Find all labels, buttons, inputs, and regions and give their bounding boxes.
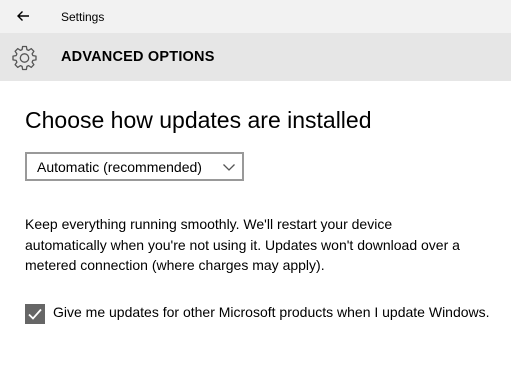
update-description: Keep everything running smoothly. We'll … <box>25 216 460 273</box>
dropdown-selected-value: Automatic (recommended) <box>37 159 202 175</box>
chevron-down-icon <box>223 164 235 171</box>
page-header: ADVANCED OPTIONS <box>0 33 511 81</box>
main-content: Choose how updates are installed Automat… <box>0 81 511 372</box>
back-button[interactable] <box>10 4 36 28</box>
install-mode-dropdown[interactable]: Automatic (recommended) <box>25 152 244 181</box>
app-title: Settings <box>61 10 105 24</box>
microsoft-updates-checkbox[interactable] <box>25 304 45 324</box>
section-heading: Choose how updates are installed <box>25 107 372 133</box>
microsoft-updates-label: Give me updates for other Microsoft prod… <box>53 304 490 320</box>
gear-icon <box>11 44 38 71</box>
microsoft-updates-option[interactable]: Give me updates for other Microsoft prod… <box>25 302 495 346</box>
page-title: ADVANCED OPTIONS <box>61 49 215 65</box>
checkmark-icon <box>28 308 42 320</box>
title-bar: Settings <box>0 0 511 33</box>
back-arrow-icon <box>17 11 29 21</box>
settings-window: Settings ADVANCED OPTIONS Choose how upd… <box>0 0 511 372</box>
